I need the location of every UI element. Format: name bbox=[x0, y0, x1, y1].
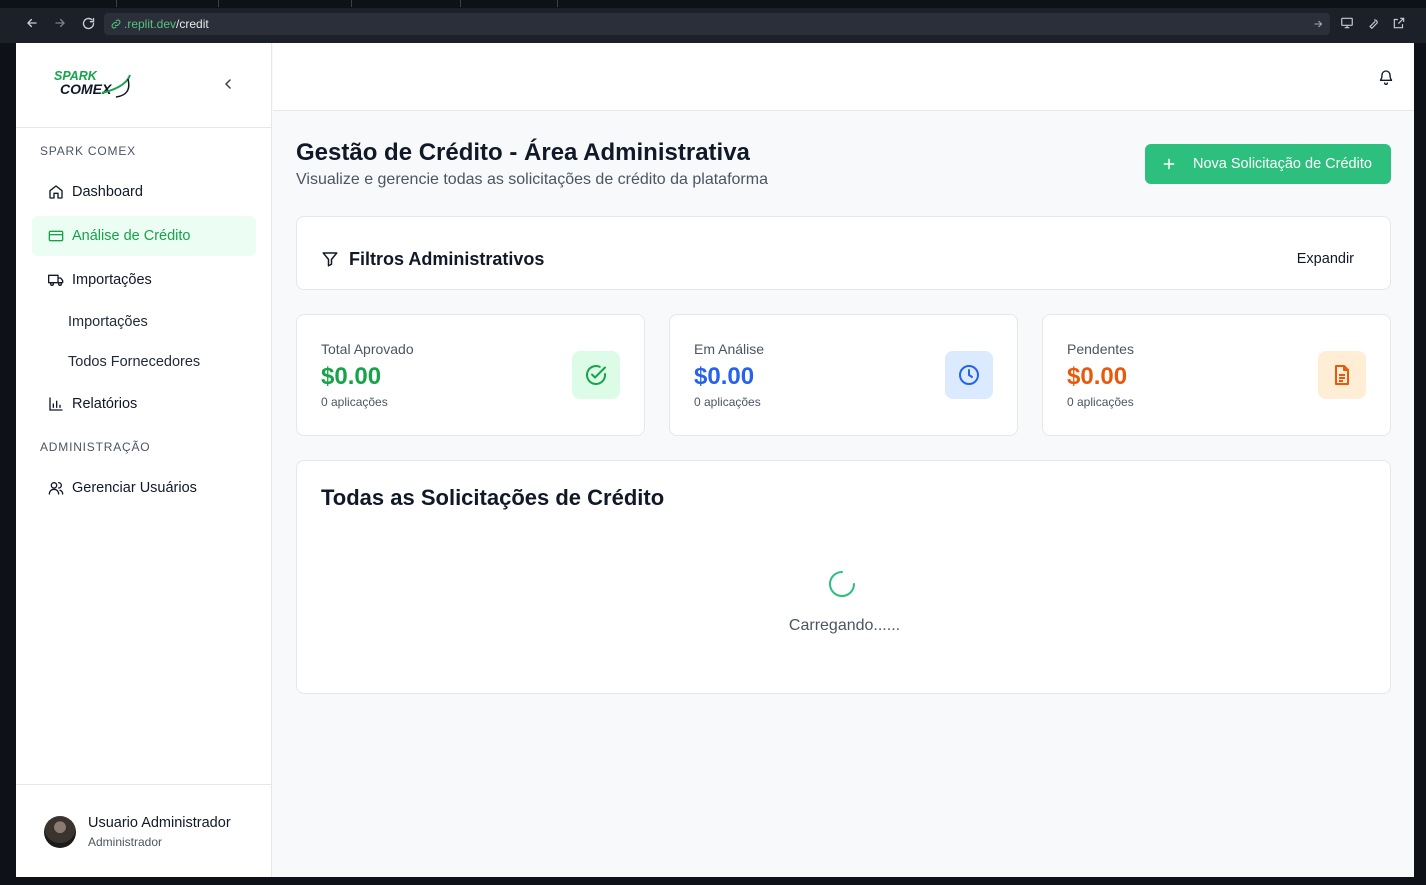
truck-icon bbox=[48, 272, 64, 288]
tab-separator bbox=[116, 0, 117, 7]
avatar bbox=[44, 816, 76, 848]
sidebar: SPARK COMEX SPARK COMEX Dashboard Anális… bbox=[16, 43, 272, 877]
url-bar[interactable]: .replit.dev/credit bbox=[104, 13, 1330, 35]
reload-icon[interactable] bbox=[80, 15, 96, 31]
home-icon bbox=[48, 184, 64, 200]
stat-count: 0 aplicações bbox=[1067, 395, 1134, 409]
requests-title: Todas as Solicitações de Crédito bbox=[321, 485, 665, 510]
stat-value: $0.00 bbox=[1067, 363, 1128, 390]
brand-header: SPARK COMEX bbox=[16, 43, 272, 128]
window-edge bbox=[1414, 43, 1426, 885]
back-arrow-icon[interactable] bbox=[24, 15, 40, 31]
filters-title: Filtros Administrativos bbox=[349, 249, 545, 269]
section-title-main: SPARK COMEX bbox=[40, 144, 136, 158]
bar-chart-icon bbox=[48, 396, 64, 412]
forward-arrow-icon[interactable] bbox=[52, 15, 68, 31]
monitor-icon[interactable] bbox=[1340, 16, 1354, 30]
filter-icon bbox=[321, 250, 339, 268]
sidebar-item-label: Análise de Crédito bbox=[72, 228, 191, 244]
external-link-icon[interactable] bbox=[1392, 16, 1406, 30]
svg-text:COMEX: COMEX bbox=[60, 81, 113, 97]
stat-card-pending: Pendentes $0.00 0 aplicações bbox=[1042, 314, 1391, 436]
admin-filters-panel: Filtros Administrativos Expandir bbox=[296, 216, 1391, 290]
stat-value: $0.00 bbox=[694, 363, 755, 390]
link-icon bbox=[110, 17, 122, 29]
tab-separator bbox=[460, 0, 461, 7]
sidebar-item-label: Relatórios bbox=[72, 396, 138, 412]
tab-separator bbox=[351, 0, 352, 7]
stat-count: 0 aplicações bbox=[321, 395, 388, 409]
user-role: Administrador bbox=[88, 835, 163, 849]
page-subtitle: Visualize e gerencie todas as solicitaçõ… bbox=[296, 171, 768, 188]
sidebar-item-label: Dashboard bbox=[72, 184, 143, 200]
sidebar-item-credit-analysis[interactable]: Análise de Crédito bbox=[32, 216, 256, 256]
collapse-sidebar-icon[interactable] bbox=[220, 76, 236, 92]
new-credit-request-label: Nova Solicitação de Crédito bbox=[1193, 156, 1372, 172]
stat-count: 0 aplicações bbox=[694, 395, 761, 409]
stat-label: Total Aprovado bbox=[321, 341, 414, 357]
plus-icon bbox=[1161, 156, 1177, 172]
stat-card-approved: Total Aprovado $0.00 0 aplicações bbox=[296, 314, 645, 436]
user-name: Usuario Administrador bbox=[88, 815, 231, 831]
spark-comex-logo: SPARK COMEX bbox=[54, 69, 131, 98]
sidebar-item-reports[interactable]: Relatórios bbox=[32, 384, 256, 424]
sidebar-subitem-suppliers[interactable]: Todos Fornecedores bbox=[68, 354, 200, 370]
url-path: /credit bbox=[176, 17, 209, 31]
section-title-admin: ADMINISTRAÇÃO bbox=[40, 440, 151, 454]
go-arrow-icon[interactable] bbox=[1312, 17, 1324, 29]
sidebar-subitem-imports[interactable]: Importações bbox=[68, 314, 148, 330]
expand-filters-button[interactable]: Expandir bbox=[1297, 251, 1354, 267]
bell-icon[interactable] bbox=[1378, 69, 1394, 85]
tab-strip bbox=[0, 0, 1426, 8]
url-domain: .replit.dev bbox=[124, 17, 177, 31]
stat-label: Pendentes bbox=[1067, 341, 1134, 357]
check-circle-icon bbox=[572, 351, 620, 399]
credit-card-icon bbox=[48, 228, 64, 244]
app-window: SPARK COMEX SPARK COMEX Dashboard Anális… bbox=[16, 43, 1414, 877]
page-title: Gestão de Crédito - Área Administrativa bbox=[296, 139, 750, 166]
browser-toolbar: .replit.dev/credit bbox=[0, 0, 1426, 43]
sidebar-item-label: Importações bbox=[72, 272, 152, 288]
document-icon bbox=[1318, 351, 1366, 399]
stat-label: Em Análise bbox=[694, 341, 765, 357]
new-credit-request-button[interactable]: Nova Solicitação de Crédito bbox=[1145, 144, 1391, 184]
sidebar-item-manage-users[interactable]: Gerenciar Usuários bbox=[32, 468, 256, 508]
loading-text: Carregando...... bbox=[788, 617, 901, 634]
clock-icon bbox=[945, 351, 993, 399]
url-text: .replit.dev/credit bbox=[124, 17, 209, 31]
top-bar bbox=[273, 43, 1414, 111]
credit-requests-panel: Todas as Solicitações de Crédito Carrega… bbox=[296, 460, 1391, 694]
users-icon bbox=[48, 480, 64, 496]
sidebar-item-dashboard[interactable]: Dashboard bbox=[32, 172, 256, 212]
tab-separator bbox=[218, 0, 219, 7]
loading-spinner-icon bbox=[829, 571, 855, 597]
sidebar-item-imports[interactable]: Importações bbox=[32, 260, 256, 300]
tab-separator bbox=[557, 0, 558, 7]
stat-card-in-analysis: Em Análise $0.00 0 aplicações bbox=[669, 314, 1018, 436]
window-edge bbox=[0, 877, 1426, 885]
sidebar-item-label: Gerenciar Usuários bbox=[72, 480, 197, 496]
wrench-icon[interactable] bbox=[1366, 16, 1380, 30]
stat-value: $0.00 bbox=[321, 363, 382, 390]
user-profile[interactable]: Usuario Administrador Administrador bbox=[16, 784, 272, 877]
